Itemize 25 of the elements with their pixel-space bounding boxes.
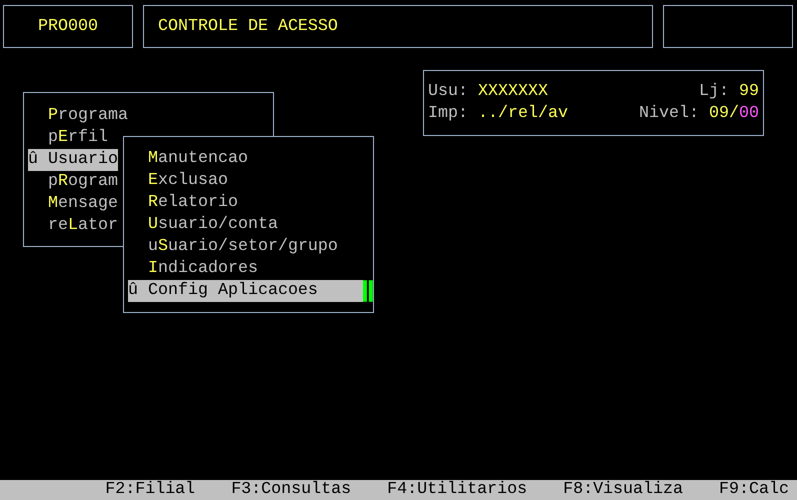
program-code-panel: PRO000 — [3, 5, 133, 48]
function-key[interactable]: F3:Consultas — [231, 480, 352, 500]
menu-item[interactable]: Manutencao — [128, 148, 248, 170]
info-text: Imp: ../rel/av — [428, 103, 568, 125]
function-key[interactable]: F9:Calc — [719, 480, 789, 500]
menu-item[interactable]: Mensage — [28, 193, 118, 215]
menu-item[interactable]: uSuario/setor/grupo — [128, 236, 338, 258]
info-text: Nivel: 09/00 — [639, 103, 759, 125]
function-key[interactable]: F4:Utilitarios — [387, 480, 528, 500]
menu-item[interactable]: Exclusao — [128, 170, 228, 192]
menu-item[interactable]: reLator — [28, 215, 118, 237]
menu-item[interactable]: û Usuario — [28, 149, 118, 171]
menu-item[interactable]: û Config Aplicacoes — [128, 280, 364, 302]
info-text: Usu: XXXXXXX — [428, 81, 548, 103]
function-key[interactable]: F8:Visualiza — [563, 480, 684, 500]
menu-item[interactable]: pRogram — [28, 171, 118, 193]
function-key[interactable]: F2:Filial — [105, 480, 196, 500]
info-text: Lj: 99 — [699, 81, 759, 103]
menu-item[interactable]: Usuario/conta — [128, 214, 278, 236]
menu-item[interactable]: pErfil — [28, 127, 108, 149]
title-panel: CONTROLE DE ACESSO — [143, 5, 653, 48]
cursor-icon — [363, 280, 373, 302]
menu-item[interactable]: Relatorio — [128, 192, 238, 214]
menu-item[interactable]: Programa — [28, 105, 128, 127]
menu-item[interactable]: Indicadores — [128, 258, 258, 280]
